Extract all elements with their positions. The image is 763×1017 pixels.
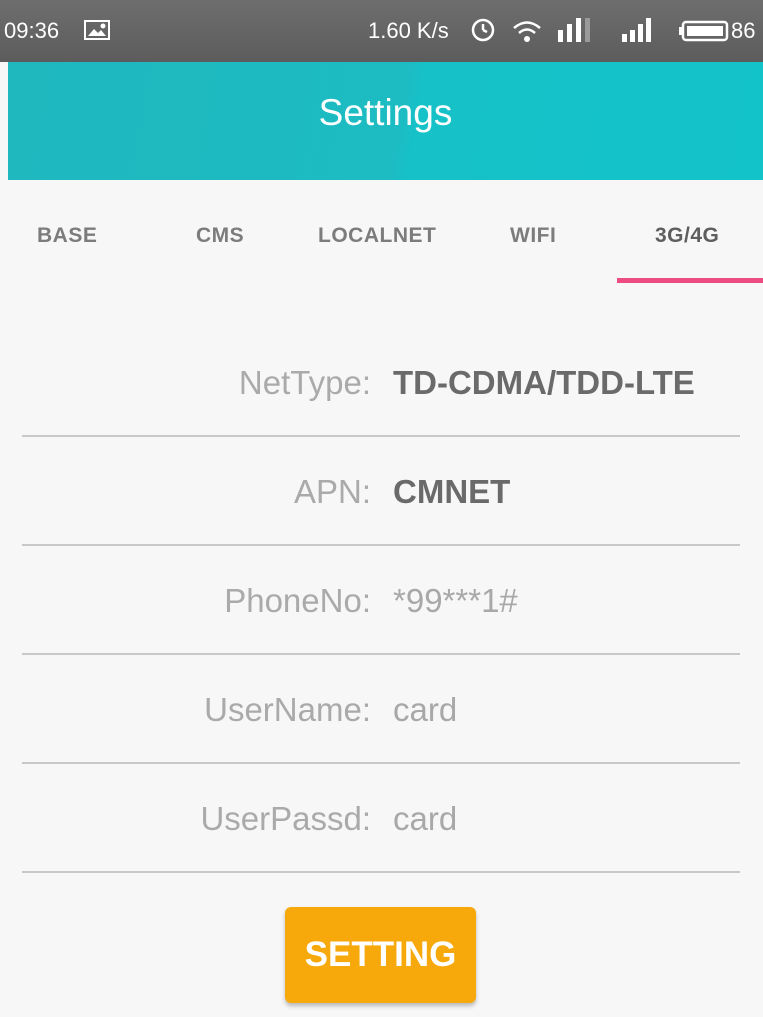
user-passd-value[interactable]: card — [393, 800, 457, 838]
user-name-value[interactable]: card — [393, 691, 457, 729]
tab-localnet[interactable]: LOCALNET — [318, 224, 436, 248]
user-name-field[interactable]: UserName: card — [0, 669, 763, 749]
net-type-field[interactable]: NetType: TD-CDMA/TDD-LTE — [0, 342, 763, 422]
divider — [22, 871, 740, 873]
user-name-label: UserName: — [204, 691, 371, 728]
setting-button[interactable]: SETTING — [285, 907, 476, 1003]
tab-bar: BASE CMS LOCALNET WIFI 3G/4G — [0, 180, 763, 290]
apn-label: APN: — [293, 473, 371, 510]
signal-icon — [622, 18, 651, 42]
tab-wifi[interactable]: WIFI — [510, 224, 556, 248]
signal-icon — [558, 18, 590, 42]
user-passd-field[interactable]: UserPassd: card — [0, 778, 763, 858]
app-bar: Settings — [8, 62, 763, 180]
alarm-icon — [471, 18, 495, 42]
photo-icon — [84, 20, 110, 40]
net-type-label: NetType: — [238, 364, 371, 401]
tab-base[interactable]: BASE — [37, 224, 97, 248]
tab-cms[interactable]: CMS — [196, 224, 244, 248]
net-type-value[interactable]: TD-CDMA/TDD-LTE — [393, 364, 695, 402]
phone-no-value[interactable]: *99***1# — [393, 582, 518, 620]
status-bar: 09:36 1.60 K/s 86 — [0, 0, 763, 62]
wifi-icon — [513, 21, 541, 42]
net-speed: 1.60 K/s — [368, 18, 449, 43]
page-title: Settings — [318, 92, 453, 133]
divider — [22, 544, 740, 546]
apn-field[interactable]: APN: CMNET — [0, 451, 763, 531]
battery-icon — [679, 20, 729, 42]
apn-value[interactable]: CMNET — [393, 473, 510, 511]
phone-no-label: PhoneNo: — [224, 582, 371, 619]
tab-3g-4g[interactable]: 3G/4G — [655, 224, 719, 248]
divider — [22, 762, 740, 764]
tab-indicator — [617, 278, 763, 283]
phone-no-field[interactable]: PhoneNo: *99***1# — [0, 560, 763, 640]
divider — [22, 653, 740, 655]
status-time: 09:36 — [4, 18, 60, 43]
user-passd-label: UserPassd: — [200, 800, 371, 837]
divider — [22, 435, 740, 437]
battery-percent: 86 — [731, 18, 756, 43]
